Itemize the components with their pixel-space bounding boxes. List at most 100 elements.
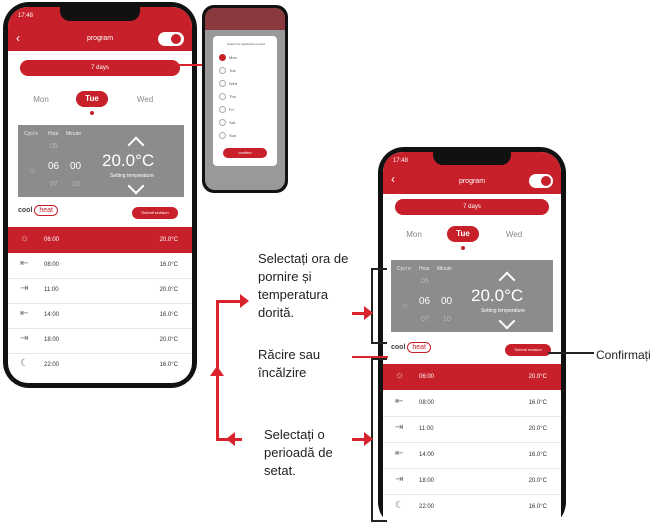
panel-header-hour: Hour bbox=[419, 266, 430, 272]
day-mon[interactable]: Mon bbox=[397, 230, 431, 239]
hour-current[interactable]: 06 bbox=[48, 161, 59, 172]
modal-confirm-button[interactable]: confirm bbox=[223, 148, 267, 158]
left-phone: 17:48 ‹ program 7 days Mon Tue Wed Cycl … bbox=[3, 2, 197, 388]
day-tue[interactable]: Tue bbox=[76, 91, 108, 107]
mode-heat[interactable]: heat bbox=[407, 342, 431, 353]
program-toggle[interactable] bbox=[529, 174, 553, 188]
day-tue[interactable]: Tue bbox=[447, 226, 479, 242]
minute-next[interactable]: 10 bbox=[443, 316, 451, 323]
option-wed[interactable]: Wed bbox=[229, 81, 237, 86]
notch bbox=[60, 7, 140, 21]
option-fri[interactable]: Fri bbox=[229, 107, 234, 112]
schedule-time: 14:00 bbox=[419, 452, 435, 458]
left-screen: 17:48 ‹ program 7 days Mon Tue Wed Cycl … bbox=[8, 7, 192, 383]
schedule-row[interactable]: ⇥ 11:00 20.0°C bbox=[8, 278, 192, 304]
schedule-row[interactable]: ⇤ 08:00 16.0°C bbox=[8, 253, 192, 279]
period-modal: Select the application period Mon Tue We… bbox=[213, 36, 277, 166]
connector-top-branch bbox=[216, 300, 242, 303]
arrow-head-top bbox=[240, 294, 249, 308]
radio-sat[interactable] bbox=[219, 119, 226, 126]
schedule-row[interactable]: ☾ 22:00 16.0°C bbox=[383, 494, 561, 520]
schedule-temp: 16.0°C bbox=[528, 504, 547, 510]
door-exit-icon: ⇤ bbox=[20, 258, 29, 269]
hour-prev[interactable]: 05 bbox=[50, 143, 58, 150]
hour-next[interactable]: 07 bbox=[50, 181, 58, 188]
right-phone: 17:48 ‹ program 7 days Mon Tue Wed Cycl … bbox=[378, 147, 566, 528]
days-button[interactable]: 7 days bbox=[20, 60, 180, 76]
radio-wed[interactable] bbox=[219, 80, 226, 87]
schedule-time: 06:00 bbox=[419, 374, 435, 380]
days-button[interactable]: 7 days bbox=[395, 199, 549, 215]
hour-next[interactable]: 07 bbox=[421, 316, 429, 323]
mode-selector: cool heat bbox=[391, 342, 431, 353]
arrow-head-period bbox=[364, 432, 373, 446]
caption-select-time: Selectați ora de pornire și temperatura … bbox=[258, 251, 349, 320]
sun-icon: ☼ bbox=[20, 233, 30, 244]
radio-sun[interactable] bbox=[219, 132, 226, 139]
schedule-row[interactable]: ☾ 22:00 16.0°C bbox=[8, 353, 192, 378]
day-wed[interactable]: Wed bbox=[128, 95, 162, 104]
schedule-time: 18:00 bbox=[419, 478, 435, 484]
panel-header-cycle: Cycl e bbox=[24, 131, 38, 137]
schedule-row[interactable]: ⇤ 14:00 16.0°C bbox=[383, 442, 561, 469]
cycle-icon: ☼ bbox=[28, 165, 37, 175]
arrow-head-bottom bbox=[226, 432, 235, 446]
option-sat[interactable]: Sat bbox=[229, 120, 235, 125]
submit-revision-button[interactable]: Submit revision bbox=[132, 207, 178, 219]
hour-current[interactable]: 06 bbox=[419, 296, 430, 307]
option-sun[interactable]: Sun bbox=[229, 133, 236, 138]
schedule-time: 06:00 bbox=[44, 237, 60, 243]
panel-header-minute: Minute bbox=[66, 131, 82, 137]
door-enter-icon: ⇥ bbox=[395, 474, 404, 485]
notch bbox=[433, 152, 511, 165]
schedule-row[interactable]: ⇥ 18:00 20.0°C bbox=[8, 328, 192, 354]
time-panel-bracket bbox=[371, 268, 387, 344]
day-mon[interactable]: Mon bbox=[24, 95, 58, 104]
schedule-row[interactable]: ☼ 06:00 20.0°C bbox=[8, 227, 192, 253]
radio-thu[interactable] bbox=[219, 93, 226, 100]
day-wed[interactable]: Wed bbox=[497, 230, 531, 239]
status-time: 17:48 bbox=[393, 158, 409, 164]
schedule-row[interactable]: ⇤ 08:00 16.0°C bbox=[383, 390, 561, 417]
schedule-temp: 20.0°C bbox=[528, 426, 547, 432]
door-enter-icon: ⇥ bbox=[20, 283, 29, 294]
minute-next[interactable]: 10 bbox=[72, 181, 80, 188]
schedule-time: 11:00 bbox=[419, 426, 434, 432]
schedule-row[interactable]: ☼ 06:00 20.0°C bbox=[383, 364, 561, 390]
option-thu[interactable]: Thu bbox=[229, 94, 236, 99]
radio-tue[interactable] bbox=[219, 67, 226, 74]
mode-selector: cool heat bbox=[18, 205, 58, 216]
radio-fri[interactable] bbox=[219, 106, 226, 113]
radio-mon[interactable] bbox=[219, 54, 226, 61]
mode-cool[interactable]: cool bbox=[391, 344, 405, 351]
caption-confirm: Confirmați bbox=[596, 348, 651, 362]
panel-header-hour: Hour bbox=[48, 131, 59, 137]
schedule-row[interactable]: ⇥ 11:00 20.0°C bbox=[383, 416, 561, 443]
minute-current[interactable]: 00 bbox=[70, 161, 81, 172]
schedule-temp: 16.0°C bbox=[159, 312, 178, 318]
toggle-knob bbox=[171, 34, 181, 44]
schedule-row[interactable]: ⇤ 14:00 16.0°C bbox=[8, 303, 192, 329]
option-tue[interactable]: Tue bbox=[229, 68, 236, 73]
schedule-temp: 20.0°C bbox=[159, 237, 178, 243]
door-enter-icon: ⇥ bbox=[395, 422, 404, 433]
schedule-time: 08:00 bbox=[419, 400, 435, 406]
program-toggle[interactable] bbox=[158, 32, 184, 46]
schedule-time: 11:00 bbox=[44, 287, 59, 293]
door-exit-icon: ⇤ bbox=[395, 396, 404, 407]
status-time: 17:48 bbox=[18, 13, 34, 19]
temp-down-icon[interactable] bbox=[127, 177, 145, 195]
door-exit-icon: ⇤ bbox=[20, 308, 29, 319]
schedule-row[interactable]: ⇥ 18:00 20.0°C bbox=[383, 468, 561, 495]
option-mon[interactable]: Mon bbox=[229, 55, 237, 60]
mode-cool[interactable]: cool bbox=[18, 207, 32, 214]
panel-header-minute: Minute bbox=[437, 266, 453, 272]
modal-screen: Select the application period Mon Tue We… bbox=[205, 8, 285, 190]
hour-prev[interactable]: 05 bbox=[421, 278, 429, 285]
temp-down-icon[interactable] bbox=[498, 312, 516, 330]
submit-revision-button[interactable]: Submit revision bbox=[505, 344, 551, 356]
mode-heat[interactable]: heat bbox=[34, 205, 58, 216]
minute-current[interactable]: 00 bbox=[441, 296, 452, 307]
time-temperature-panel: Cycl e Hour Minute 05 06 00 07 10 ☼ 20.0… bbox=[18, 125, 184, 197]
moon-icon: ☾ bbox=[20, 358, 29, 369]
